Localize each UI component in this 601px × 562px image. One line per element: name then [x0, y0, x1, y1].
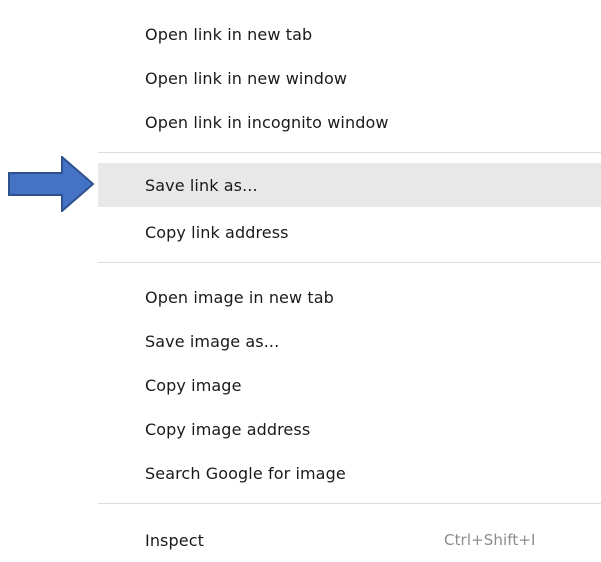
menu-item-open-image-new-tab[interactable]: Open image in new tab: [98, 275, 601, 319]
menu-item-open-link-new-tab[interactable]: Open link in new tab: [98, 12, 601, 56]
menu-item-label: Copy image: [145, 375, 242, 395]
menu-item-save-link-as[interactable]: Save link as...: [98, 163, 601, 207]
menu-item-label: Inspect: [145, 530, 204, 550]
menu-separator: [98, 503, 601, 504]
menu-separator: [98, 262, 601, 263]
menu-item-open-link-new-window[interactable]: Open link in new window: [98, 56, 601, 100]
menu-item-inspect[interactable]: Inspect Ctrl+Shift+I: [98, 518, 601, 562]
menu-separator: [98, 152, 601, 153]
menu-item-open-link-incognito[interactable]: Open link in incognito window: [98, 100, 601, 144]
menu-item-label: Save link as...: [145, 175, 258, 195]
menu-item-label: Open image in new tab: [145, 287, 334, 307]
menu-item-copy-link-address[interactable]: Copy link address: [98, 210, 601, 254]
menu-item-shortcut: Ctrl+Shift+I: [444, 531, 536, 549]
menu-item-label: Open link in new window: [145, 68, 348, 88]
menu-item-label: Search Google for image: [145, 463, 346, 483]
menu-item-copy-image-address[interactable]: Copy image address: [98, 407, 601, 451]
menu-item-label: Copy link address: [145, 222, 289, 242]
menu-item-search-google-image[interactable]: Search Google for image: [98, 451, 601, 495]
menu-item-label: Save image as...: [145, 331, 280, 351]
context-menu: Open link in new tab Open link in new wi…: [98, 0, 601, 562]
screenshot-stage: Open link in new tab Open link in new wi…: [0, 0, 601, 562]
menu-item-label: Open link in incognito window: [145, 112, 389, 132]
menu-item-label: Open link in new tab: [145, 24, 313, 44]
menu-item-copy-image[interactable]: Copy image: [98, 363, 601, 407]
menu-item-save-image-as[interactable]: Save image as...: [98, 319, 601, 363]
right-arrow-icon: [8, 156, 94, 212]
menu-item-label: Copy image address: [145, 419, 311, 439]
